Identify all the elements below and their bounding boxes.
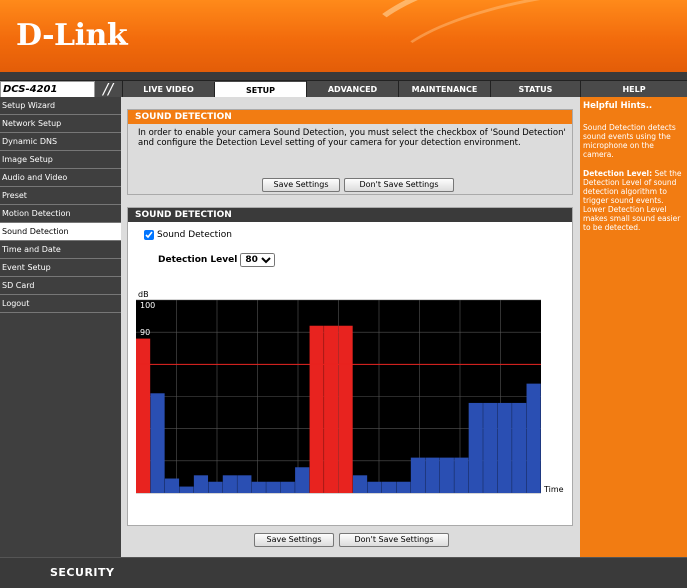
hints-para-2: Detection Level: Set the Detection Level…: [583, 169, 685, 232]
tab-live-video[interactable]: LIVE VIDEO: [122, 81, 214, 98]
sidebar-item-time-and-date[interactable]: Time and Date: [0, 241, 121, 259]
chart-bar: [468, 402, 483, 493]
chart-bar: [164, 478, 180, 493]
sidebar-item-sound-detection[interactable]: Sound Detection: [0, 223, 121, 241]
intro-title: SOUND DETECTION: [128, 110, 572, 124]
sidebar-item-logout[interactable]: Logout: [0, 295, 121, 313]
dlink-logo: D-Link: [16, 18, 128, 53]
helpful-hints-panel: Helpful Hints.. Sound Detection detects …: [580, 97, 687, 557]
hints-title: Helpful Hints..: [583, 101, 653, 111]
sidebar-item-motion-detection[interactable]: Motion Detection: [0, 205, 121, 223]
tab-advanced[interactable]: ADVANCED: [306, 81, 398, 98]
chart-bar: [454, 457, 469, 493]
tab-help[interactable]: HELP: [580, 81, 687, 98]
chart-bar: [295, 467, 310, 493]
sidebar-item-image-setup[interactable]: Image Setup: [0, 151, 121, 169]
chart-bar: [280, 481, 295, 493]
chart-bar: [483, 402, 498, 493]
chart-bar: [266, 481, 281, 493]
sidebar-item-event-setup[interactable]: Event Setup: [0, 259, 121, 277]
chart-bar: [179, 486, 194, 493]
intro-box: SOUND DETECTION In order to enable your …: [127, 109, 573, 195]
dont-save-settings-button[interactable]: Don't Save Settings: [344, 178, 454, 192]
hints-para-1: Sound Detection detects sound events usi…: [583, 123, 676, 159]
bottom-save-settings-button[interactable]: Save Settings: [254, 533, 334, 547]
chart-y-tick-label: 90: [140, 328, 150, 337]
hints-para-2-text: Set the Detection Level of sound detecti…: [583, 169, 682, 232]
chart-bar: [396, 481, 411, 493]
sidebar-item-network-setup[interactable]: Network Setup: [0, 115, 121, 133]
tab-setup[interactable]: SETUP: [214, 82, 306, 98]
chart-y-tick-label: 100: [140, 301, 155, 310]
chart-bar: [338, 325, 353, 493]
footer-security-label: SECURITY: [50, 566, 115, 579]
tab-maintenance[interactable]: MAINTENANCE: [398, 81, 490, 98]
detection-level-label: Detection Level: [158, 255, 238, 265]
chart-bar: [309, 325, 324, 493]
sidebar-item-audio-and-video[interactable]: Audio and Video: [0, 169, 121, 187]
chart-bar: [237, 475, 252, 493]
sidebar-item-preset[interactable]: Preset: [0, 187, 121, 205]
panel-title: SOUND DETECTION: [128, 208, 572, 222]
chart-bar: [222, 475, 237, 493]
sidebar-item-setup-wizard[interactable]: Setup Wizard: [0, 97, 121, 115]
chart-bar: [251, 481, 266, 493]
sound-detection-checkbox-row[interactable]: Sound Detection: [144, 230, 232, 240]
detection-level-select[interactable]: 80: [240, 253, 276, 267]
save-settings-button[interactable]: Save Settings: [262, 178, 340, 192]
chart-bar: [512, 402, 527, 493]
chart-bar: [439, 457, 454, 493]
bottom-dont-save-settings-button[interactable]: Don't Save Settings: [339, 533, 449, 547]
footer: SECURITY: [0, 557, 687, 588]
chart-bar: [324, 325, 339, 493]
chart-bar: [410, 457, 425, 493]
sidebar: Setup Wizard Network Setup Dynamic DNS I…: [0, 97, 122, 557]
chart-bar: [208, 481, 223, 493]
sound-detection-label: Sound Detection: [157, 230, 232, 240]
chart-y-axis-label: dB: [138, 290, 149, 299]
sidebar-item-dynamic-dns[interactable]: Dynamic DNS: [0, 133, 121, 151]
sidebar-item-sd-card[interactable]: SD Card: [0, 277, 121, 295]
chart-bar: [381, 481, 397, 493]
tab-status[interactable]: STATUS: [490, 81, 580, 98]
model-label: DCS-4201: [0, 81, 95, 98]
chart-bar: [425, 457, 440, 493]
divider-slashes: //: [102, 80, 114, 98]
chart-bar: [526, 383, 541, 493]
chart-bar: [150, 393, 165, 493]
sound-detection-panel: SOUND DETECTION Sound Detection Detectio…: [127, 207, 573, 526]
chart-bar: [497, 402, 512, 493]
chart-x-axis-label: Time: [543, 485, 564, 494]
sound-detection-checkbox[interactable]: [144, 230, 154, 240]
main-content: SOUND DETECTION In order to enable your …: [121, 97, 580, 557]
hints-para-2-label: Detection Level:: [583, 169, 653, 178]
chart-bar: [367, 481, 382, 493]
header-banner: D-Link: [0, 0, 687, 72]
header-decoration: [347, 0, 687, 72]
chart-bar: [136, 338, 151, 493]
sound-level-chart: 405060708090100dBTime: [136, 290, 564, 494]
detection-level-row: Detection Level 80: [158, 253, 276, 267]
chart-bar: [193, 475, 209, 493]
hints-body: Sound Detection detects sound events usi…: [580, 111, 687, 232]
chart-bar: [352, 475, 368, 493]
intro-text: In order to enable your camera Sound Det…: [138, 128, 566, 148]
